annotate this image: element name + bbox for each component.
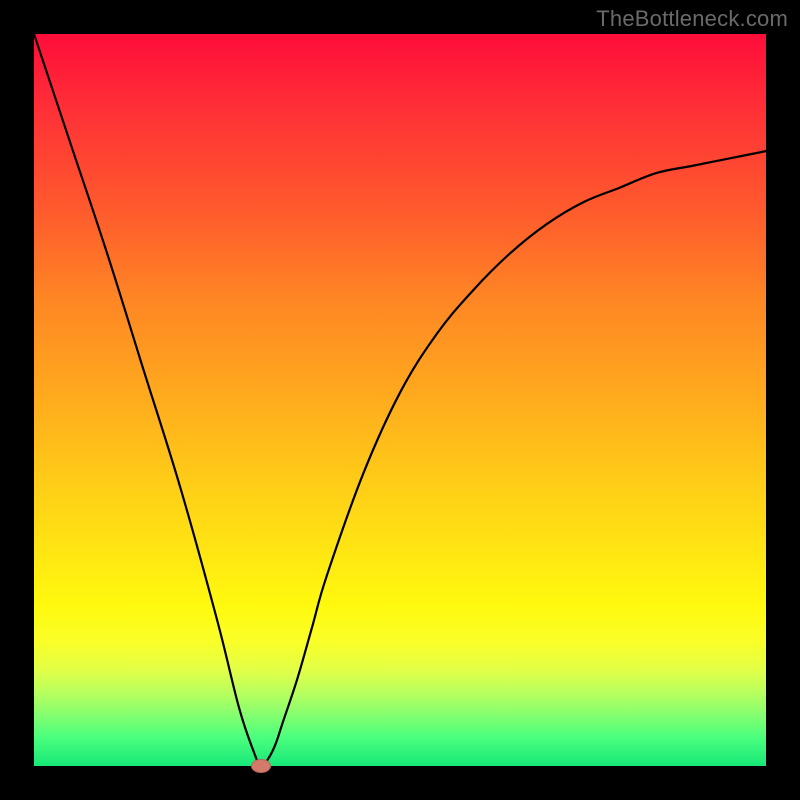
chart-frame: TheBottleneck.com xyxy=(0,0,800,800)
curve-svg xyxy=(34,34,766,766)
vertex-marker xyxy=(251,759,271,773)
watermark-text: TheBottleneck.com xyxy=(596,6,788,32)
plot-area xyxy=(34,34,766,766)
bottleneck-curve xyxy=(34,34,766,766)
